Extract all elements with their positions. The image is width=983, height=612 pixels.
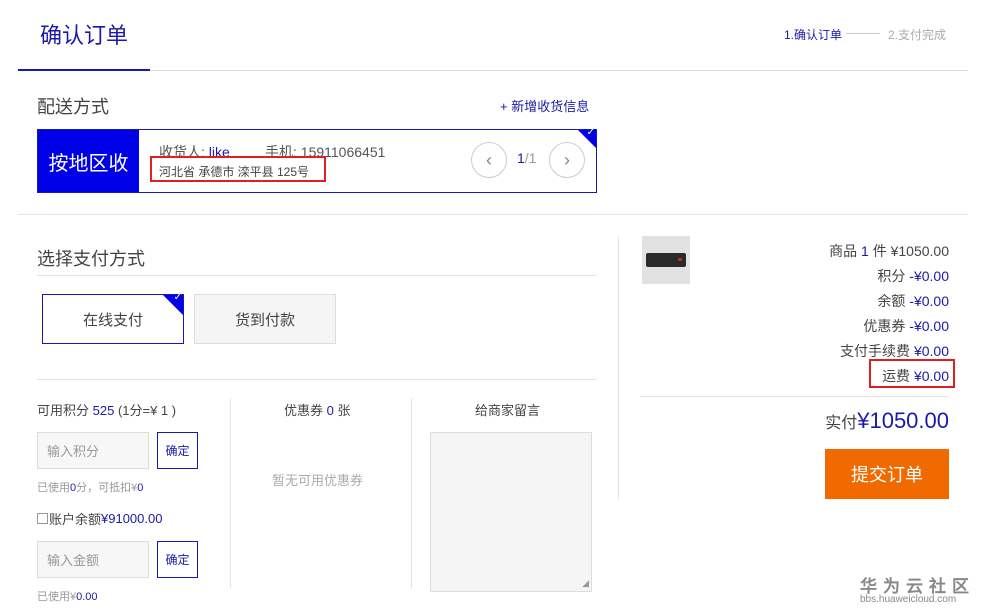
points-confirm-button[interactable]: 确定 — [157, 432, 198, 469]
pay-online-label: 在线支付 — [82, 311, 143, 329]
prev-address-button[interactable]: ‹ — [471, 142, 507, 178]
shipping-highlight-box — [869, 359, 955, 388]
watermark-url: bbs.huaweicloud.com — [860, 594, 957, 605]
points-label: 可用积分 525 (1分=¥ 1 ) — [37, 400, 176, 419]
coupon-label-prefix: 优惠券 — [284, 403, 327, 418]
points-label-suffix: (1分=¥ 1 ) — [114, 403, 177, 418]
points-used-value: 0 — [137, 482, 144, 494]
balance-used-note: 已使用¥0.00 — [37, 588, 98, 604]
header-divider — [18, 70, 968, 71]
summary-points-label: 积分 — [877, 268, 910, 284]
points-used-mid: 分，可抵扣¥ — [76, 482, 138, 494]
delivery-title: 配送方式 — [37, 97, 109, 117]
points-used-note: 已使用0分，可抵扣¥0 — [37, 479, 143, 495]
points-input[interactable]: 输入积分 — [37, 432, 149, 469]
region-label: 按地区收 — [38, 130, 139, 192]
step-separator — [846, 33, 880, 34]
pay-online-option[interactable]: 在线支付 ✓ — [42, 292, 184, 344]
address-highlight-box — [150, 156, 326, 182]
no-coupon-text: 暂无可用优惠券 — [272, 473, 364, 488]
message-label: 给商家留言 — [475, 403, 541, 418]
payment-divider — [37, 275, 597, 276]
payment-title: 选择支付方式 — [37, 249, 145, 269]
goods-prefix: 商品 — [829, 243, 862, 259]
summary-total: 实付¥1050.00 — [825, 408, 949, 434]
page-total: /1 — [524, 150, 537, 166]
balance-label: 账户余额 — [49, 512, 102, 527]
pay-cod-option[interactable]: 货到付款 — [194, 294, 336, 344]
resize-grip-icon[interactable]: ◢ — [582, 578, 589, 589]
summary-goods: 商品 1 件 ¥1050.00 — [829, 241, 949, 261]
column-separator — [411, 398, 412, 588]
summary-balance: 余额 -¥0.00 — [877, 291, 949, 311]
summary-fee: 支付手续费 ¥0.00 — [840, 341, 949, 361]
summary-coupon-value: -¥0.00 — [909, 318, 949, 334]
balance-amount: ¥91000.00 — [101, 511, 163, 526]
section-divider — [18, 214, 968, 215]
summary-fee-value: ¥0.00 — [913, 343, 949, 359]
summary-coupon: 优惠券 -¥0.00 — [863, 316, 949, 336]
points-label-prefix: 可用积分 — [37, 403, 93, 418]
page-title: 确认订单 — [40, 23, 129, 48]
coupon-count: 0 — [326, 403, 334, 418]
balance-row[interactable]: 账户余额 ¥91000.00 — [37, 509, 162, 528]
page-current: 1 — [517, 150, 525, 166]
points-used-prefix: 已使用 — [37, 482, 70, 494]
balance-used-value: 0.00 — [76, 591, 98, 603]
total-value: ¥1050.00 — [857, 408, 949, 433]
summary-points-value: -¥0.00 — [909, 268, 949, 284]
chevron-right-icon: › — [564, 149, 570, 170]
add-address-link[interactable]: + 新增收货信息 — [500, 96, 589, 115]
product-device-image — [646, 253, 686, 267]
step-confirm-order: 1.确认订单 — [784, 28, 843, 42]
address-page-count: 1/1 — [517, 150, 536, 166]
amount-confirm-button[interactable]: 确定 — [157, 541, 198, 578]
goods-suffix: 件 ¥1050.00 — [868, 243, 949, 259]
summary-separator — [618, 237, 619, 499]
amount-input[interactable]: 输入金额 — [37, 541, 149, 578]
total-label: 实付 — [825, 415, 858, 432]
check-icon: ✓ — [173, 292, 182, 303]
title-underline — [18, 69, 150, 71]
summary-balance-value: -¥0.00 — [909, 293, 949, 309]
balance-used-prefix: 已使用¥ — [37, 591, 77, 603]
pay-cod-label: 货到付款 — [234, 311, 295, 329]
address-card[interactable]: 按地区收 收货人: like 手机: 15911066451 河北省 承德市 滦… — [37, 127, 597, 193]
goods-count: 1 — [861, 243, 869, 259]
summary-fee-label: 支付手续费 — [840, 343, 914, 359]
product-thumbnail[interactable] — [642, 236, 690, 284]
balance-checkbox[interactable] — [37, 513, 48, 524]
submit-order-button[interactable]: 提交订单 — [825, 449, 949, 499]
summary-points: 积分 -¥0.00 — [877, 266, 949, 286]
points-count: 525 — [92, 403, 115, 418]
column-separator — [230, 398, 231, 588]
chevron-left-icon: ‹ — [486, 149, 492, 170]
payment-divider-2 — [37, 379, 597, 380]
summary-divider — [640, 396, 949, 397]
coupon-label: 优惠券 0 张 — [284, 400, 350, 419]
check-icon: ✓ — [586, 127, 595, 138]
step-payment-complete: 2.支付完成 — [888, 28, 947, 42]
coupon-label-suffix: 张 — [333, 403, 351, 418]
message-textarea[interactable]: ◢ — [430, 432, 592, 592]
summary-balance-label: 余额 — [877, 293, 910, 309]
summary-coupon-label: 优惠券 — [863, 318, 910, 334]
